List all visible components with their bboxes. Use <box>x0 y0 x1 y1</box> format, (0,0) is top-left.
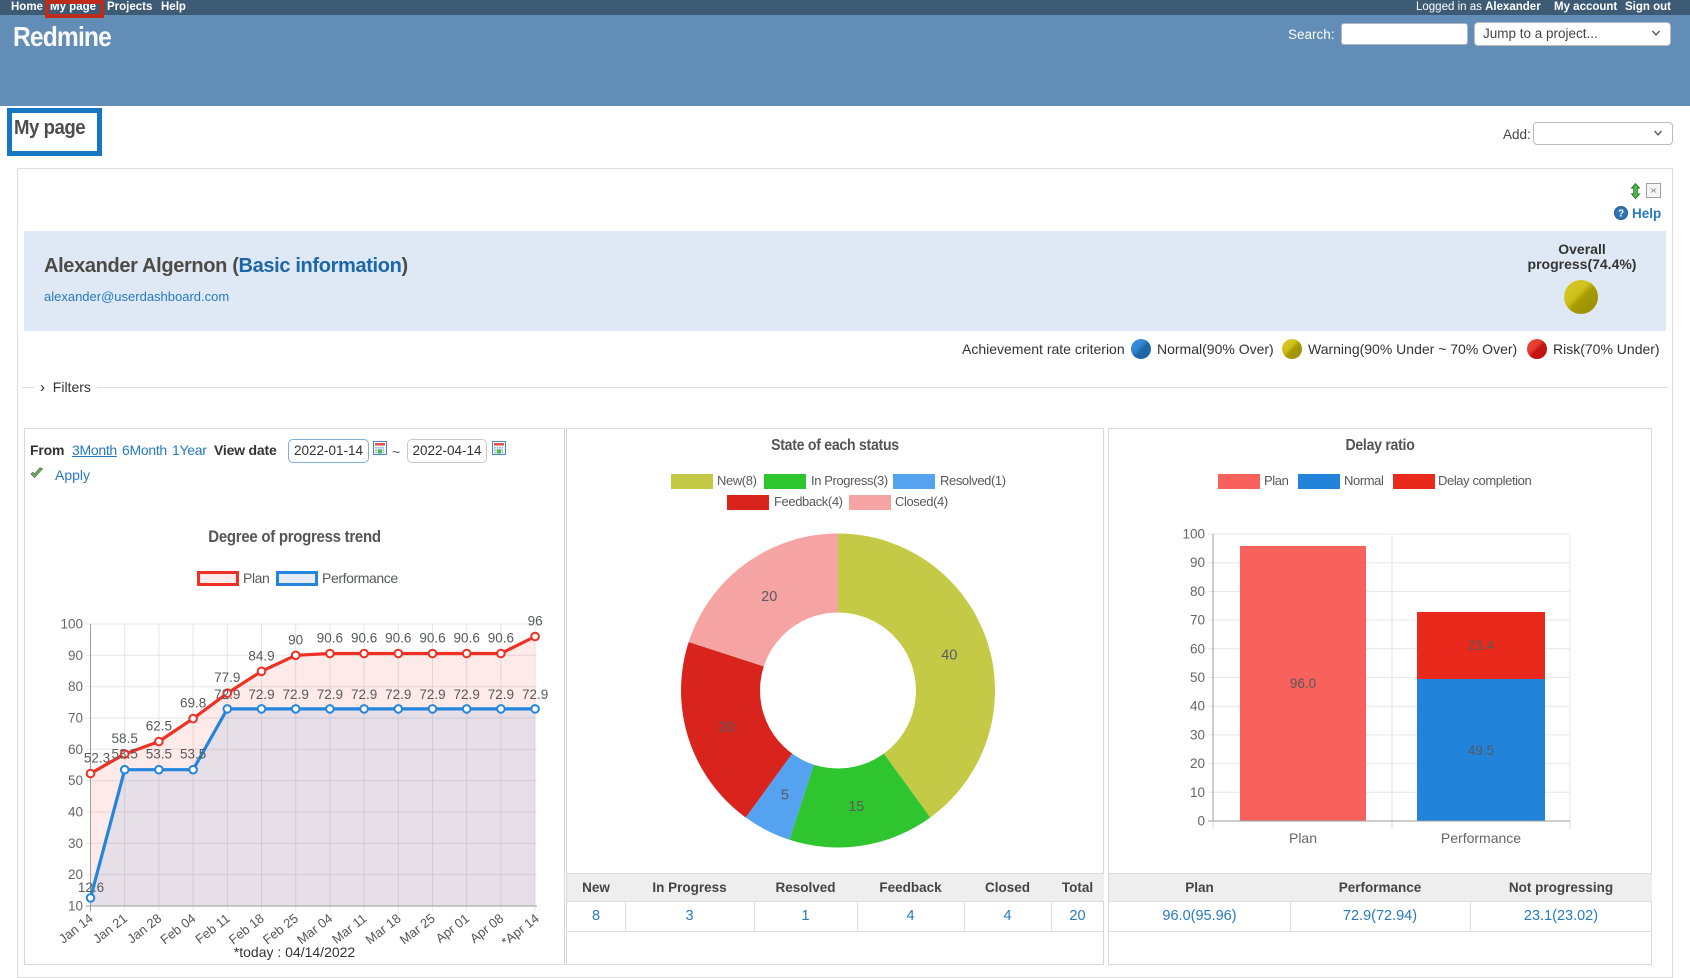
svg-text:Mar 11: Mar 11 <box>329 911 369 947</box>
svg-text:40: 40 <box>941 647 957 663</box>
svg-text:84.9: 84.9 <box>248 648 274 663</box>
svg-text:10: 10 <box>1190 785 1205 800</box>
svg-text:72.9: 72.9 <box>522 687 548 702</box>
svg-text:53.5: 53.5 <box>112 747 138 762</box>
svg-text:40: 40 <box>1190 699 1205 714</box>
svg-text:90.6: 90.6 <box>488 631 514 646</box>
svg-text:15: 15 <box>848 799 864 815</box>
svg-text:72.9: 72.9 <box>385 687 411 702</box>
svg-text:72.9: 72.9 <box>248 687 274 702</box>
svg-text:52.3: 52.3 <box>84 751 110 766</box>
svg-text:60: 60 <box>1190 641 1205 656</box>
svg-text:72.9: 72.9 <box>283 687 309 702</box>
svg-text:12.6: 12.6 <box>78 880 104 895</box>
svg-text:90.6: 90.6 <box>351 631 377 646</box>
svg-text:72.9: 72.9 <box>214 687 240 702</box>
svg-text:Apr 01: Apr 01 <box>433 911 472 946</box>
svg-text:?: ? <box>1618 209 1624 220</box>
svg-text:30: 30 <box>1190 727 1205 742</box>
svg-text:20: 20 <box>1190 756 1205 771</box>
svg-text:Jan 28: Jan 28 <box>124 911 164 947</box>
svg-text:10: 10 <box>68 899 83 914</box>
svg-text:20: 20 <box>719 720 735 736</box>
svg-text:Feb 04: Feb 04 <box>157 911 198 948</box>
svg-text:Feb 25: Feb 25 <box>260 911 301 948</box>
svg-text:40: 40 <box>68 805 83 820</box>
svg-text:100: 100 <box>1182 527 1205 542</box>
svg-text:90: 90 <box>1190 555 1205 570</box>
svg-text:90.6: 90.6 <box>385 631 411 646</box>
svg-text:Feb 11: Feb 11 <box>192 911 232 947</box>
svg-text:72.9: 72.9 <box>454 687 480 702</box>
svg-text:100: 100 <box>60 617 83 632</box>
svg-text:90: 90 <box>68 648 83 663</box>
svg-text:96: 96 <box>528 614 543 629</box>
svg-text:80: 80 <box>1190 584 1205 599</box>
svg-text:72.9: 72.9 <box>351 687 377 702</box>
svg-text:90: 90 <box>288 632 303 647</box>
svg-text:77.9: 77.9 <box>214 670 240 685</box>
svg-text:Plan: Plan <box>1289 830 1317 846</box>
svg-text:Feb 18: Feb 18 <box>226 911 267 948</box>
svg-text:49.5: 49.5 <box>1468 743 1494 758</box>
svg-text:53.5: 53.5 <box>146 747 172 762</box>
svg-text:70: 70 <box>68 711 83 726</box>
svg-text:50: 50 <box>1190 670 1205 685</box>
svg-text:69.8: 69.8 <box>180 696 206 711</box>
svg-text:Mar 25: Mar 25 <box>397 911 438 948</box>
svg-text:50: 50 <box>68 773 83 788</box>
svg-text:Mar 18: Mar 18 <box>363 911 404 948</box>
svg-text:Jan 14: Jan 14 <box>56 911 96 947</box>
svg-text:96.0: 96.0 <box>1290 676 1316 691</box>
svg-text:72.9: 72.9 <box>317 687 343 702</box>
svg-text:58.5: 58.5 <box>112 731 138 746</box>
svg-text:Performance: Performance <box>1441 830 1521 846</box>
svg-text:0: 0 <box>1197 814 1205 829</box>
svg-text:72.9: 72.9 <box>488 687 514 702</box>
svg-text:90.6: 90.6 <box>317 631 343 646</box>
svg-text:30: 30 <box>68 836 83 851</box>
svg-text:23.4: 23.4 <box>1468 638 1495 653</box>
svg-text:60: 60 <box>68 742 83 757</box>
svg-text:80: 80 <box>68 679 83 694</box>
svg-text:Mar 04: Mar 04 <box>294 911 335 948</box>
svg-text:62.5: 62.5 <box>146 719 172 734</box>
svg-text:70: 70 <box>1190 613 1205 628</box>
svg-text:Jan 21: Jan 21 <box>90 911 130 947</box>
svg-text:90.6: 90.6 <box>419 631 445 646</box>
svg-text:5: 5 <box>781 788 789 804</box>
svg-text:72.9: 72.9 <box>419 687 445 702</box>
svg-text:53.5: 53.5 <box>180 747 206 762</box>
svg-text:20: 20 <box>761 589 777 605</box>
svg-text:90.6: 90.6 <box>454 631 480 646</box>
